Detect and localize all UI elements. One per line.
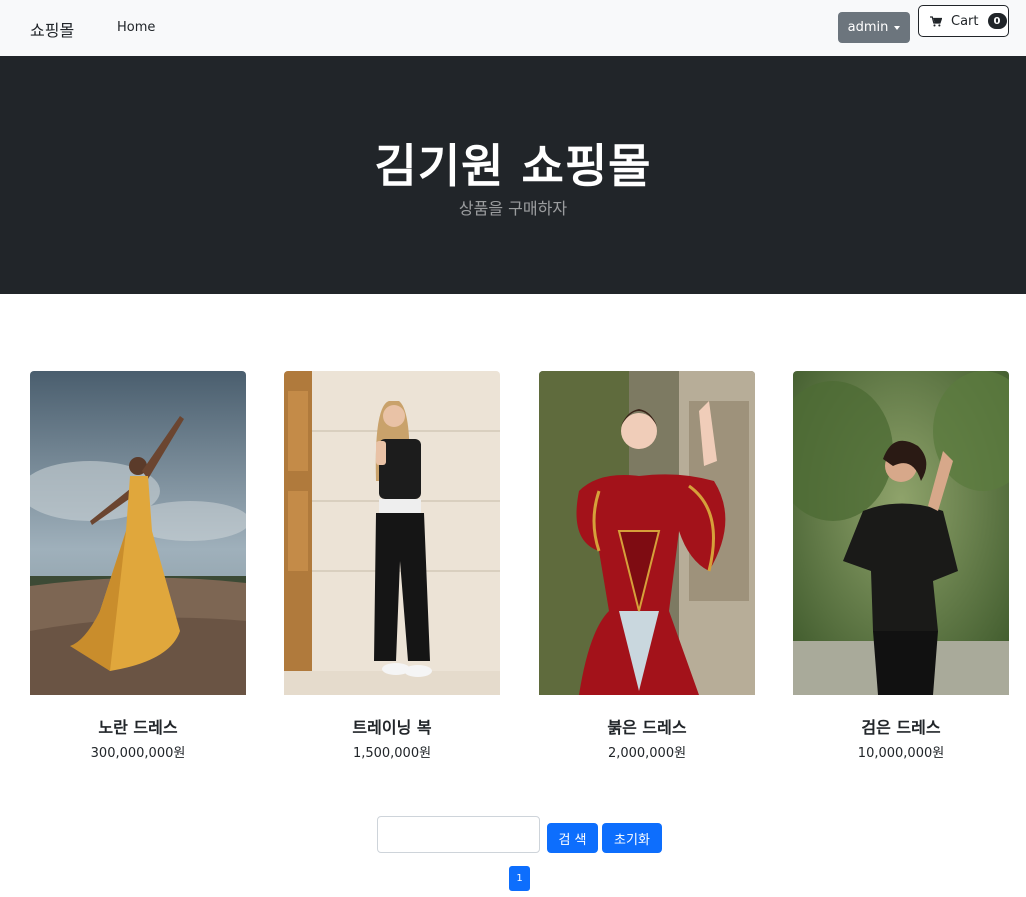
cart-count-badge: 0	[987, 13, 1007, 29]
page-subtitle: 상품을 구매하자	[458, 199, 568, 218]
product-name[interactable]: 붉은 드레스	[539, 714, 755, 738]
caret-down-icon	[894, 25, 901, 30]
product-name[interactable]: 검은 드레스	[793, 714, 1009, 738]
product-name[interactable]: 노란 드레스	[30, 714, 246, 738]
product-card[interactable]: 트레이닝 복 1,500,000원	[284, 371, 500, 761]
search-button[interactable]: 검 색	[547, 823, 598, 853]
product-image[interactable]	[539, 371, 755, 695]
product-image[interactable]	[793, 371, 1009, 695]
brand-link[interactable]: 쇼핑몰	[30, 17, 74, 41]
yellow-dress-photo	[30, 371, 246, 695]
user-menu-label: admin	[847, 20, 889, 35]
page-title: 김기원 쇼핑몰	[374, 139, 652, 193]
search-input[interactable]	[377, 816, 540, 853]
product-image[interactable]	[284, 371, 500, 695]
product-name[interactable]: 트레이닝 복	[284, 714, 500, 738]
product-price: 300,000,000원	[90, 746, 186, 761]
cart-button[interactable]: Cart 0	[918, 5, 1009, 37]
product-card[interactable]: 검은 드레스 10,000,000원	[793, 371, 1009, 761]
product-price: 1,500,000원	[352, 746, 432, 761]
product-image[interactable]	[30, 371, 246, 695]
product-card[interactable]: 노란 드레스 300,000,000원	[30, 371, 246, 761]
user-menu-dropdown[interactable]: admin	[838, 12, 910, 43]
product-price: 2,000,000원	[607, 746, 687, 761]
product-price: 10,000,000원	[857, 746, 945, 761]
pagination-page-1[interactable]: 1	[509, 866, 530, 891]
training-wear-photo	[284, 371, 500, 695]
reset-button[interactable]: 초기화	[602, 823, 662, 853]
cart-label: Cart	[951, 13, 979, 29]
cart-icon	[930, 15, 942, 27]
product-card[interactable]: 붉은 드레스 2,000,000원	[539, 371, 755, 761]
black-dress-photo	[793, 371, 1009, 695]
navbar: 쇼핑몰 Home admin Cart 0	[0, 0, 1026, 56]
red-dress-photo	[539, 371, 755, 695]
hero-header: 김기원 쇼핑몰 상품을 구매하자	[0, 56, 1026, 294]
nav-home-link[interactable]: Home	[117, 20, 155, 35]
